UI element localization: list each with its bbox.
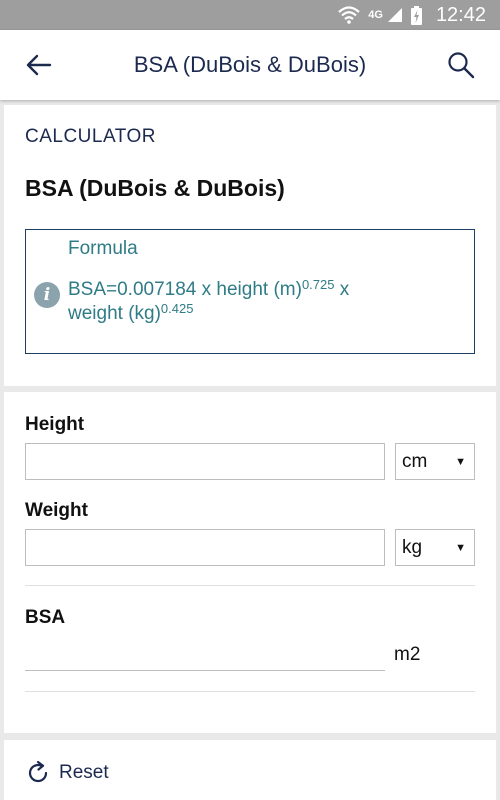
search-icon	[448, 52, 475, 79]
app-bar: BSA (DuBois & DuBois)	[0, 30, 500, 100]
search-button[interactable]	[422, 30, 500, 100]
clock: 12:42	[435, 3, 486, 26]
battery-charging-icon	[410, 5, 422, 25]
height-label: Height	[25, 414, 85, 435]
page-title: BSA (DuBois & DuBois)	[133, 52, 367, 77]
calculator-input-card: Height cm ▼ Weight kg ▼ BSA m2	[4, 392, 496, 733]
result-unit: m2	[394, 644, 421, 665]
wifi-icon	[338, 6, 360, 24]
weight-input[interactable]	[25, 529, 385, 566]
section-label: CALCULATOR	[25, 126, 156, 147]
calculator-title: BSA (DuBois & DuBois)	[25, 175, 285, 201]
height-unit-select[interactable]: cm ▼	[395, 443, 475, 480]
height-unit-value: cm	[402, 450, 428, 472]
formula-text: BSA=0.007184 x height (m)0.725 x weight (…	[68, 277, 350, 324]
result-underline	[25, 670, 385, 671]
height-input[interactable]	[25, 443, 385, 480]
reset-button[interactable]: Reset	[25, 760, 109, 786]
network-type: 4G	[368, 9, 383, 21]
status-bar: 4G 12:42	[0, 0, 500, 30]
back-button[interactable]	[0, 30, 78, 100]
dropdown-caret-icon: ▼	[455, 541, 466, 554]
dropdown-caret-icon: ▼	[455, 455, 466, 468]
weight-label: Weight	[25, 500, 88, 521]
arrow-left-icon	[26, 54, 52, 76]
reset-label: Reset	[59, 762, 109, 783]
info-icon: i	[34, 282, 60, 308]
divider	[25, 691, 475, 692]
result-label: BSA	[25, 607, 66, 628]
formula-heading: Formula	[68, 238, 138, 259]
calculator-info-card: CALCULATOR BSA (DuBois & DuBois) Formula…	[4, 105, 496, 386]
weight-unit-select[interactable]: kg ▼	[395, 529, 475, 566]
weight-unit-value: kg	[402, 536, 423, 558]
refresh-icon	[28, 760, 48, 783]
footer-card: Reset	[4, 740, 496, 800]
formula-box: Formula i BSA=0.007184 x height (m)0.725…	[25, 229, 475, 354]
signal-icon	[387, 7, 403, 23]
divider	[25, 585, 475, 586]
